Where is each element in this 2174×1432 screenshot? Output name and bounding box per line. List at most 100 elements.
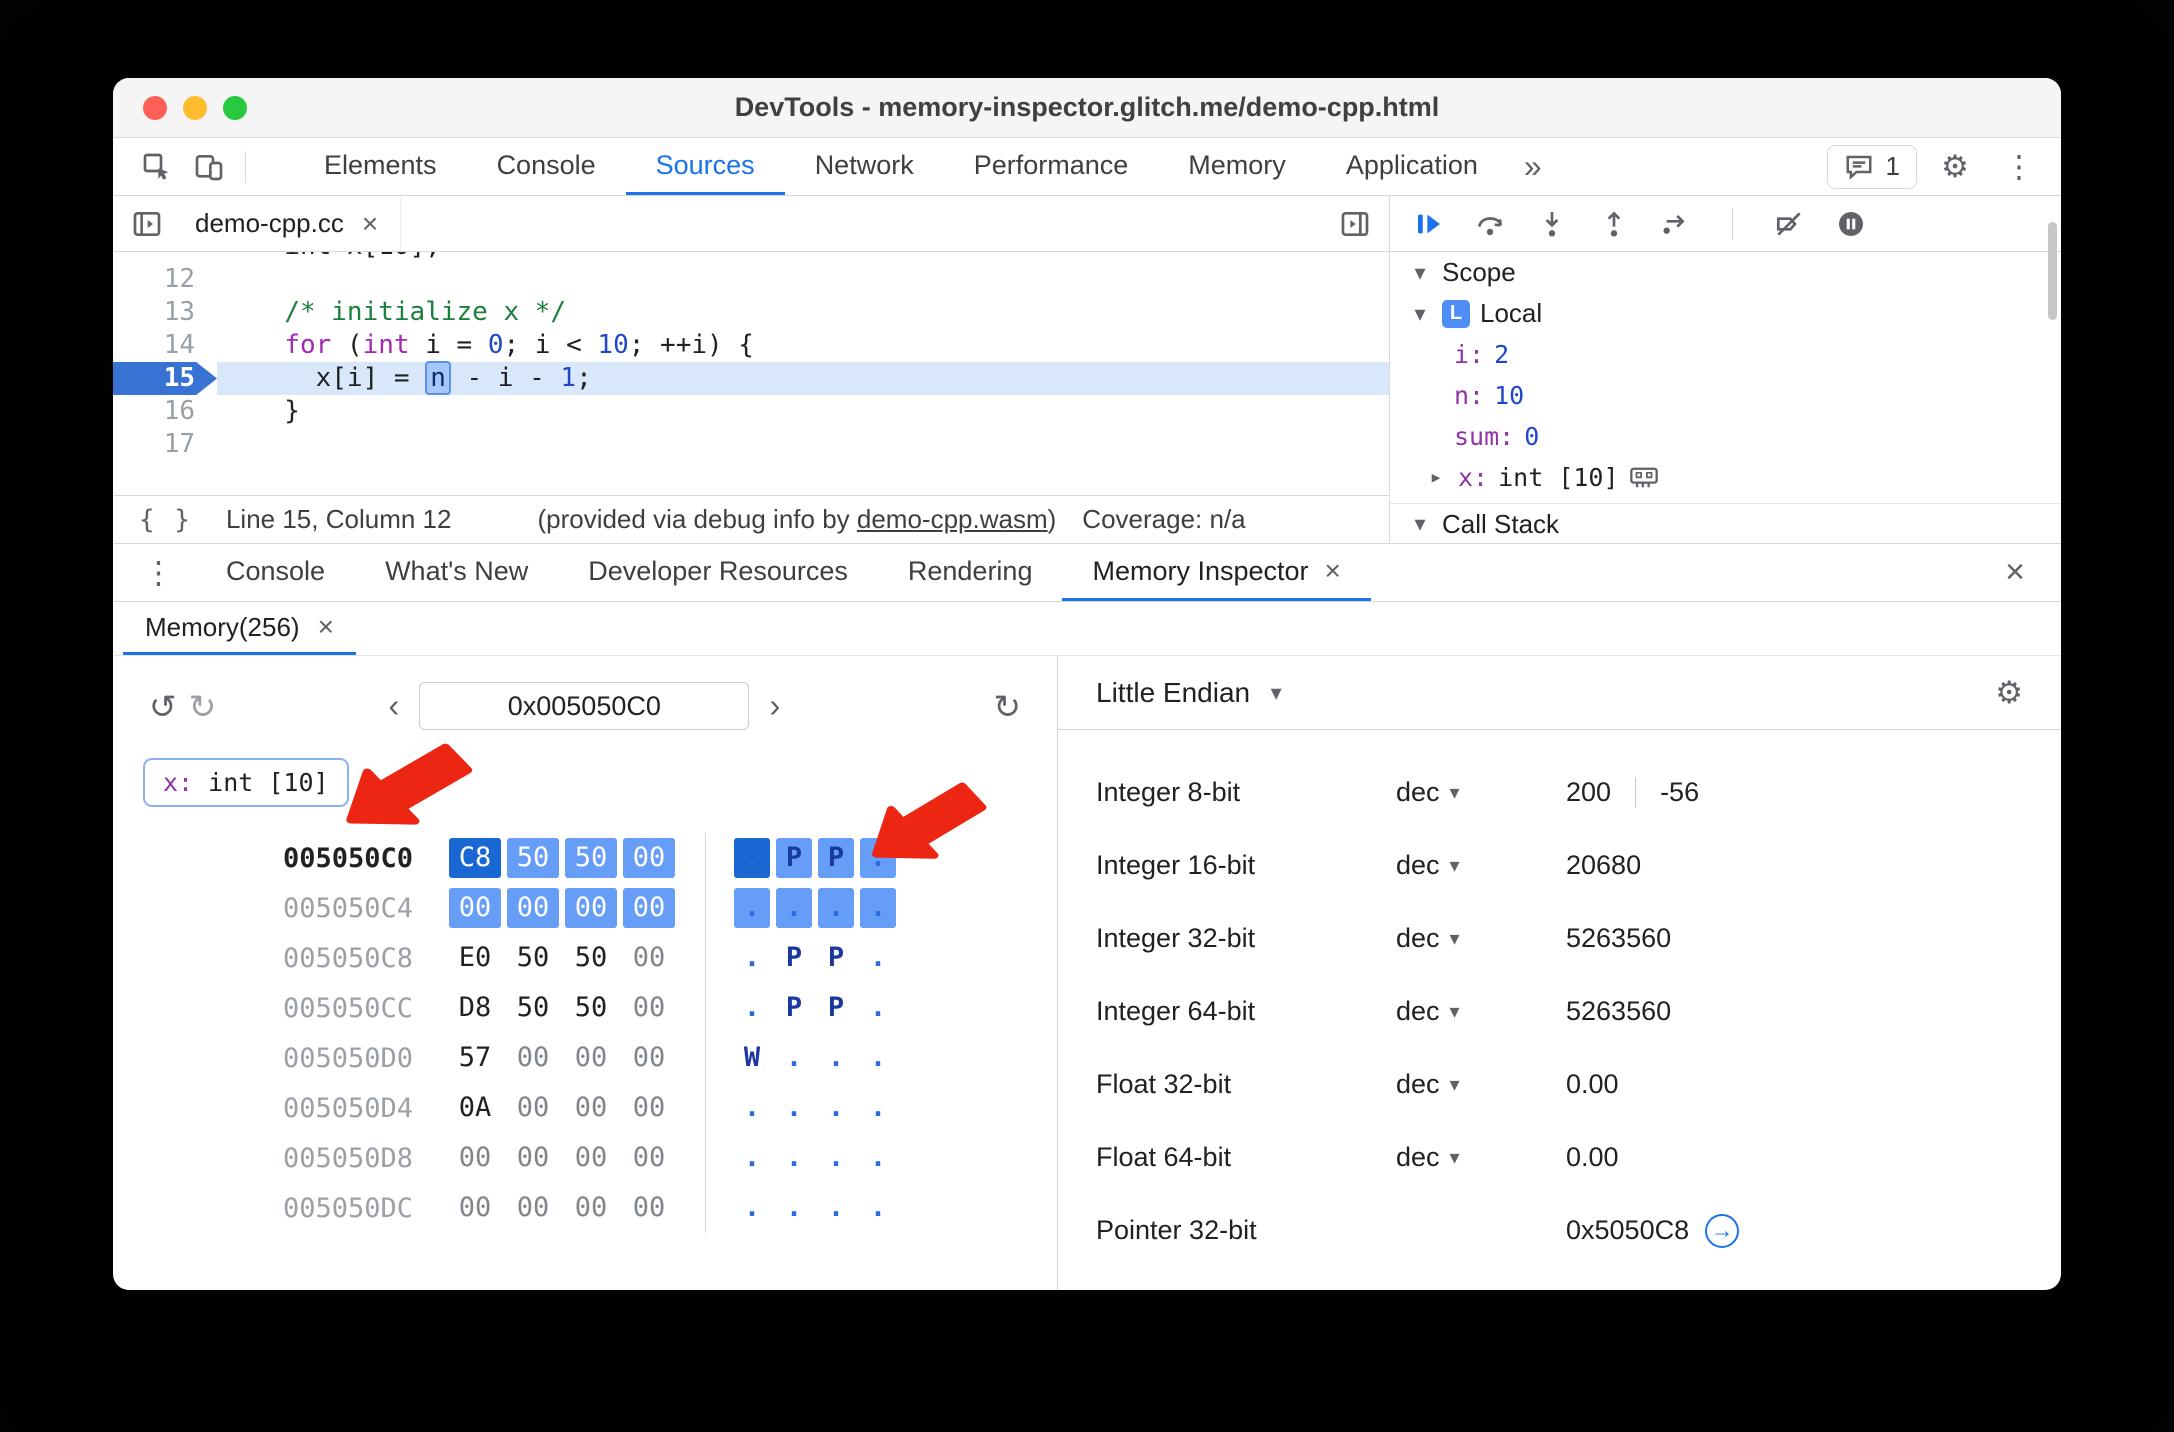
drawer-tab-console[interactable]: Console (196, 544, 355, 601)
ascii-cell[interactable]: . (818, 1138, 854, 1178)
call-stack-section-header[interactable]: ▾ Call Stack (1390, 503, 2061, 543)
tab-console[interactable]: Console (467, 138, 626, 195)
format-select[interactable]: dec ▾ (1396, 996, 1566, 1027)
ascii-cell[interactable]: . (734, 988, 770, 1028)
byte-cell[interactable]: 00 (565, 888, 617, 928)
close-window-button[interactable] (143, 95, 167, 120)
ascii-cell[interactable]: W (734, 1038, 770, 1078)
ascii-cell[interactable]: P (818, 938, 854, 978)
byte-cell[interactable]: 57 (449, 1038, 501, 1078)
inspect-element-button[interactable] (131, 145, 183, 189)
byte-cell[interactable]: 00 (623, 1138, 675, 1178)
toggle-navigator-button[interactable] (121, 202, 173, 246)
ascii-cell[interactable]: . (734, 888, 770, 928)
wasm-link[interactable]: demo-cpp.wasm (857, 504, 1048, 534)
previous-page-button[interactable]: ‹ (382, 687, 405, 725)
reveal-in-memory-inspector-icon[interactable] (1629, 465, 1659, 491)
next-page-button[interactable]: › (763, 687, 786, 725)
byte-cell[interactable]: 00 (449, 1188, 501, 1228)
more-tabs-button[interactable]: » (1508, 148, 1558, 185)
ascii-cell[interactable]: . (860, 888, 896, 928)
byte-cell[interactable]: 00 (449, 888, 501, 928)
settings-button[interactable]: ⚙ (1929, 145, 1981, 189)
ascii-cell[interactable]: . (860, 1138, 896, 1178)
format-select[interactable]: dec ▾ (1396, 1142, 1566, 1173)
ascii-cell[interactable]: . (860, 938, 896, 978)
step-into-button[interactable] (1536, 208, 1568, 240)
line-number[interactable] (113, 252, 217, 263)
byte-cell[interactable]: 00 (507, 1138, 559, 1178)
tab-performance[interactable]: Performance (944, 138, 1159, 195)
tab-network[interactable]: Network (785, 138, 944, 195)
ascii-cell[interactable]: . (776, 1138, 812, 1178)
ascii-cell[interactable]: . (860, 838, 896, 878)
step-over-button[interactable] (1474, 208, 1506, 240)
drawer-tab-developer-resources[interactable]: Developer Resources (558, 544, 878, 601)
close-drawer-button[interactable]: × (1983, 553, 2047, 592)
line-number[interactable]: 15 (113, 362, 217, 395)
toggle-sources-sidebar-button[interactable] (1329, 202, 1381, 246)
drawer-tab-rendering[interactable]: Rendering (878, 544, 1063, 601)
ascii-cell[interactable]: . (734, 838, 770, 878)
byte-cell[interactable]: 50 (507, 988, 559, 1028)
ascii-cell[interactable]: P (818, 838, 854, 878)
line-number[interactable]: 13 (113, 296, 217, 329)
ascii-cell[interactable]: P (818, 988, 854, 1028)
byte-cell[interactable]: 00 (507, 1188, 559, 1228)
byte-cell[interactable]: 00 (449, 1138, 501, 1178)
drawer-menu-icon[interactable]: ⋮ (127, 555, 190, 591)
ascii-cell[interactable]: . (734, 938, 770, 978)
line-number[interactable]: 12 (113, 263, 217, 296)
minimize-window-button[interactable] (183, 95, 207, 120)
device-toolbar-button[interactable] (183, 145, 235, 189)
byte-cell[interactable]: 00 (565, 1138, 617, 1178)
format-select[interactable]: dec ▾ (1396, 777, 1566, 808)
ascii-cell[interactable]: . (776, 1038, 812, 1078)
byte-cell[interactable]: 00 (507, 888, 559, 928)
scope-section-header[interactable]: ▾ Scope (1390, 252, 2061, 293)
scope-local-row[interactable]: ▾ L Local (1390, 293, 2061, 334)
byte-cell[interactable]: 00 (623, 1038, 675, 1078)
ascii-cell[interactable]: . (818, 888, 854, 928)
main-menu-button[interactable]: ⋮ (1993, 145, 2045, 189)
scope-variable-x[interactable]: ▸ x: int [10] (1390, 457, 2061, 498)
format-select[interactable]: dec ▾ (1396, 850, 1566, 881)
byte-cell[interactable]: 00 (623, 1188, 675, 1228)
byte-cell[interactable]: 00 (623, 988, 675, 1028)
byte-cell[interactable]: 50 (565, 988, 617, 1028)
tab-elements[interactable]: Elements (294, 138, 467, 195)
byte-cell[interactable]: 50 (507, 838, 559, 878)
ascii-cell[interactable]: . (818, 1038, 854, 1078)
jump-to-address-icon[interactable]: → (1705, 1213, 1740, 1248)
byte-cell[interactable]: 00 (623, 938, 675, 978)
ascii-cell[interactable]: . (776, 1088, 812, 1128)
byte-cell[interactable]: 00 (623, 1088, 675, 1128)
refresh-button[interactable]: ↻ (987, 687, 1027, 726)
history-forward-button[interactable]: ↻ (183, 687, 223, 726)
endianness-select[interactable]: Little Endian ▾ (1096, 677, 1288, 709)
close-file-tab-icon[interactable]: × (362, 209, 378, 238)
ascii-cell[interactable]: P (776, 838, 812, 878)
byte-cell[interactable]: 00 (507, 1088, 559, 1128)
address-input[interactable] (419, 682, 750, 730)
byte-cell[interactable]: D8 (449, 988, 501, 1028)
ascii-cell[interactable]: . (734, 1088, 770, 1128)
byte-cell[interactable]: 50 (565, 838, 617, 878)
memory-tab[interactable]: Memory(256) × (123, 602, 356, 655)
drawer-tab-memory-inspector[interactable]: Memory Inspector × (1062, 544, 1371, 601)
resume-button[interactable] (1412, 208, 1444, 240)
tab-sources[interactable]: Sources (625, 138, 785, 195)
zoom-window-button[interactable] (223, 95, 247, 120)
byte-cell[interactable]: 50 (565, 938, 617, 978)
format-select[interactable]: dec ▾ (1396, 923, 1566, 954)
drawer-tab-what-s-new[interactable]: What's New (355, 544, 558, 601)
line-number[interactable]: 14 (113, 329, 217, 362)
ascii-cell[interactable]: . (860, 988, 896, 1028)
ascii-cell[interactable]: . (860, 1038, 896, 1078)
ascii-cell[interactable]: . (860, 1188, 896, 1228)
byte-cell[interactable]: 00 (565, 1188, 617, 1228)
line-number[interactable]: 16 (113, 395, 217, 428)
interpreter-settings-button[interactable]: ⚙ (1995, 675, 2023, 711)
byte-cell[interactable]: 00 (623, 888, 675, 928)
ascii-cell[interactable]: P (776, 988, 812, 1028)
